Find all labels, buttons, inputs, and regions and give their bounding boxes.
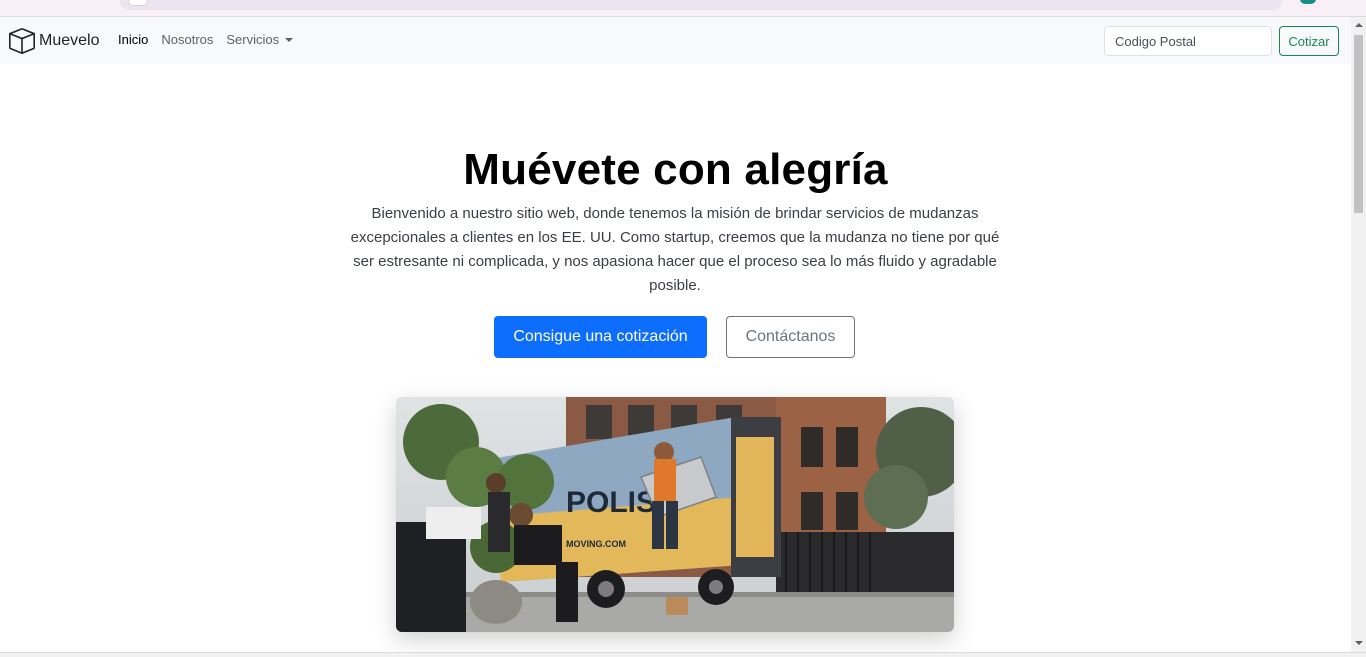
- hero-image: POLIS MOVING.COM: [396, 397, 954, 632]
- truck-lettering: POLIS: [566, 486, 656, 519]
- address-bar[interactable]: [120, 0, 1282, 10]
- bottom-edge: [0, 652, 1366, 657]
- cotizar-button[interactable]: Cotizar: [1279, 26, 1339, 56]
- profile-icon[interactable]: [1300, 0, 1316, 4]
- hero-description: Bienvenido a nuestro sitio web, donde te…: [350, 205, 1000, 294]
- nav-link-servicios-dropdown[interactable]: Servicios: [226, 32, 294, 47]
- nav-link-nosotros[interactable]: Nosotros: [161, 32, 213, 47]
- brand-name: Muevelo: [39, 32, 100, 49]
- brand-link[interactable]: Muevelo: [9, 28, 99, 54]
- caret-down-icon: [285, 38, 294, 42]
- box-icon: [9, 28, 35, 54]
- page-viewport: Muevelo Inicio Nosotros Servicios Cotiza…: [0, 17, 1351, 652]
- navbar: Muevelo Inicio Nosotros Servicios Cotiza…: [0, 17, 1351, 64]
- get-quote-button[interactable]: Consigue una cotización: [494, 316, 707, 358]
- moving-truck-photo: POLIS MOVING.COM: [396, 397, 954, 632]
- site-info-icon[interactable]: [128, 0, 148, 6]
- postal-code-input[interactable]: [1104, 26, 1272, 56]
- scroll-down-arrow-icon[interactable]: [1355, 641, 1363, 645]
- vertical-scrollbar[interactable]: [1351, 17, 1366, 652]
- nav-links: Inicio Nosotros Servicios: [118, 32, 294, 47]
- truck-url: MOVING.COM: [566, 539, 626, 549]
- scrollbar-thumb[interactable]: [1354, 35, 1363, 213]
- hero-title: Muévete con alegría: [463, 145, 888, 194]
- nav-link-inicio[interactable]: Inicio: [118, 32, 148, 47]
- scroll-up-arrow-icon[interactable]: [1355, 23, 1363, 27]
- browser-top-strip: [0, 0, 1366, 17]
- contact-button[interactable]: Contáctanos: [726, 316, 855, 358]
- nav-link-servicios-label: Servicios: [226, 32, 280, 47]
